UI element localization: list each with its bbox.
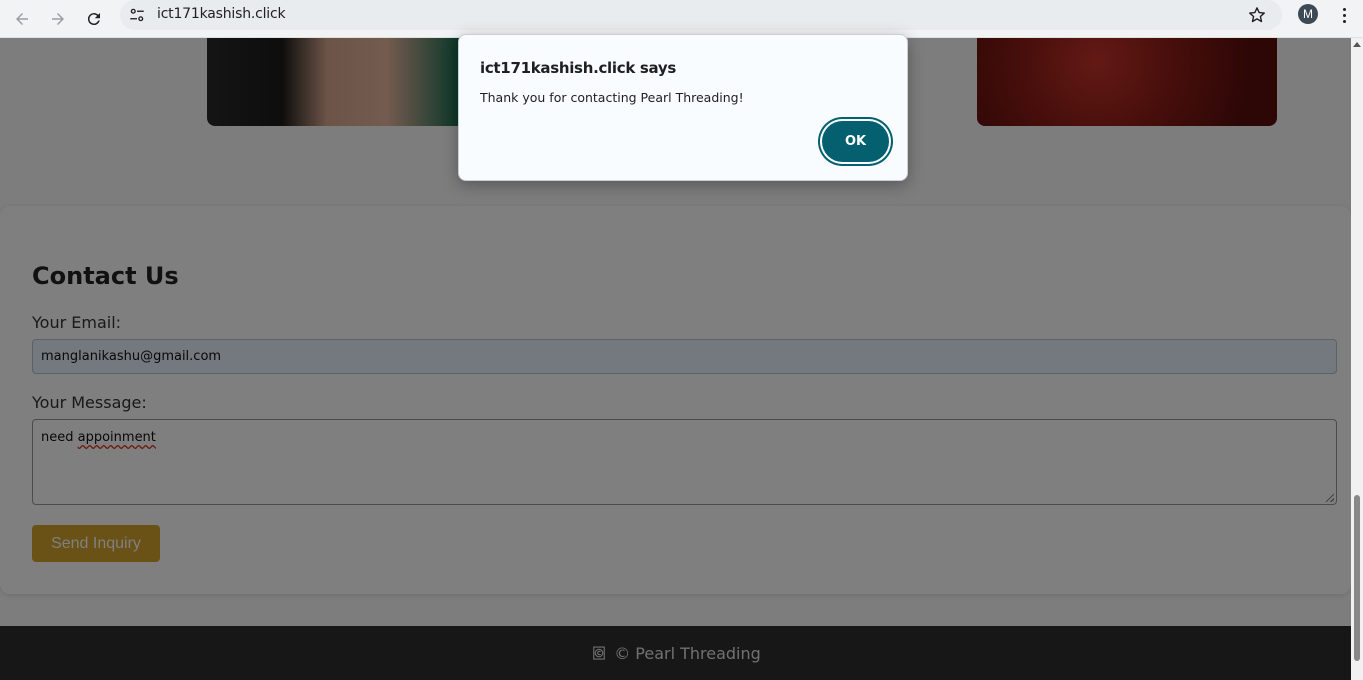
star-icon[interactable] [1247,5,1267,25]
profile-avatar[interactable]: M [1298,4,1318,24]
browser-toolbar: ict171kashish.click M [0,0,1363,38]
address-bar[interactable]: ict171kashish.click [120,0,1282,30]
scrollbar[interactable] [1351,38,1363,680]
forward-icon [52,13,64,25]
url-text[interactable]: ict171kashish.click [157,6,286,22]
scroll-thumb[interactable] [1354,495,1360,661]
site-info-icon[interactable] [128,6,146,24]
reload-button[interactable] [79,4,109,34]
alert-dialog: ict171kashish.click says Thank you for c… [458,34,908,181]
menu-icon[interactable] [1334,4,1354,26]
scroll-up-arrow-icon[interactable] [1353,42,1361,47]
back-icon [16,13,28,25]
dialog-title: ict171kashish.click says [480,59,677,77]
ok-button[interactable]: OK [822,121,889,162]
reload-icon [87,13,100,26]
forward-button[interactable] [43,4,73,34]
back-button[interactable] [7,4,37,34]
dialog-message: Thank you for contacting Pearl Threading… [480,90,744,105]
